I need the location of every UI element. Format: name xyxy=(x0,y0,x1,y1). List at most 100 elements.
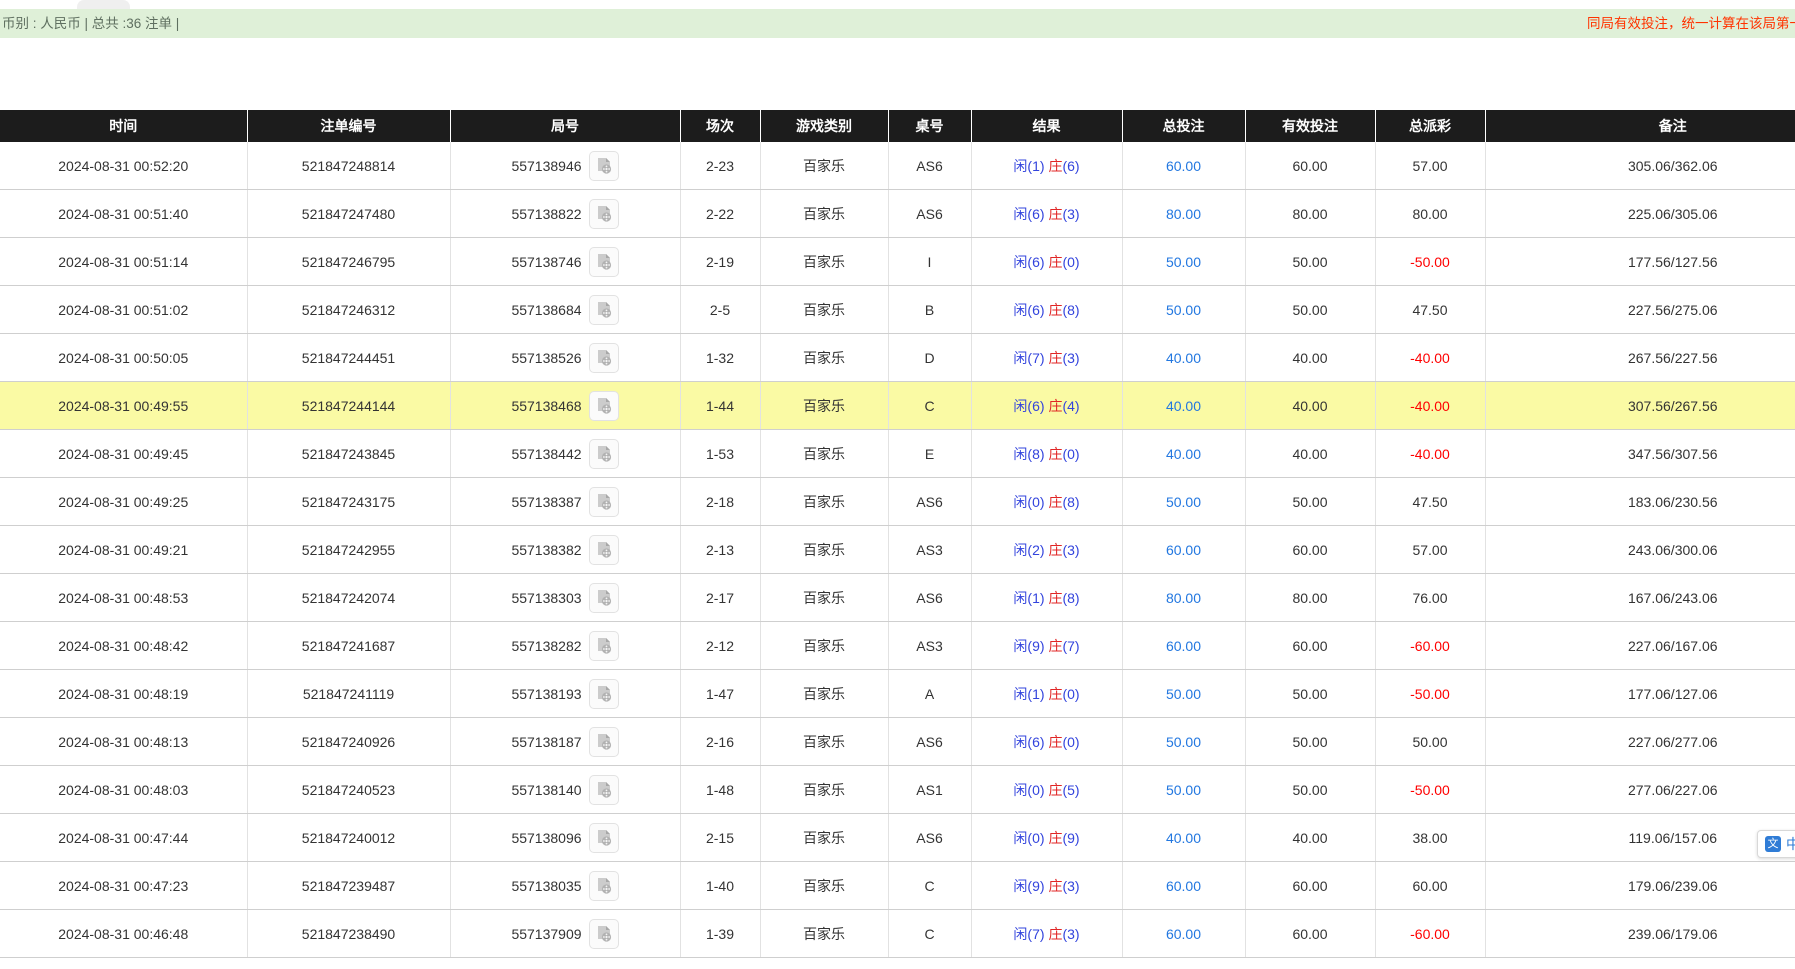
cell-bet-id: 521847244451 xyxy=(247,334,450,382)
cell-bet-id: 521847242955 xyxy=(247,526,450,574)
cell-game-type: 百家乐 xyxy=(760,286,888,334)
total-bet-link[interactable]: 60.00 xyxy=(1166,158,1201,174)
cell-valid-bet: 60.00 xyxy=(1245,910,1375,958)
total-bet-link[interactable]: 40.00 xyxy=(1166,446,1201,462)
table-row[interactable]: 2024-08-31 00:49:45521847243845557138442… xyxy=(0,430,1795,478)
table-row[interactable]: 2024-08-31 00:48:53521847242074557138303… xyxy=(0,574,1795,622)
game-no-text: 557138035 xyxy=(511,878,581,894)
column-header-game_no: 局号 xyxy=(450,110,680,142)
game-video-button[interactable] xyxy=(589,631,619,661)
cell-session: 1-47 xyxy=(680,670,760,718)
result-player-points: (6) xyxy=(1027,254,1044,270)
total-bet-link[interactable]: 50.00 xyxy=(1166,494,1201,510)
total-bet-link[interactable]: 80.00 xyxy=(1166,590,1201,606)
table-row[interactable]: 2024-08-31 00:49:25521847243175557138387… xyxy=(0,478,1795,526)
result-player-label: 闲 xyxy=(1013,206,1027,222)
total-bet-link[interactable]: 40.00 xyxy=(1166,398,1201,414)
cell-bet-id: 521847244144 xyxy=(247,382,450,430)
table-row[interactable]: 2024-08-31 00:48:13521847240926557138187… xyxy=(0,718,1795,766)
game-video-button[interactable] xyxy=(589,151,619,181)
game-video-button[interactable] xyxy=(589,871,619,901)
cell-time: 2024-08-31 00:52:20 xyxy=(0,142,247,190)
game-video-button[interactable] xyxy=(589,343,619,373)
cell-valid-bet: 50.00 xyxy=(1245,718,1375,766)
table-row[interactable]: 2024-08-31 00:50:05521847244451557138526… xyxy=(0,334,1795,382)
game-video-button[interactable] xyxy=(589,487,619,517)
total-bet-link[interactable]: 60.00 xyxy=(1166,878,1201,894)
game-video-button[interactable] xyxy=(589,391,619,421)
table-row[interactable]: 2024-08-31 00:52:20521847248814557138946… xyxy=(0,142,1795,190)
cell-table-no: AS6 xyxy=(888,190,971,238)
table-row[interactable]: 2024-08-31 00:51:14521847246795557138746… xyxy=(0,238,1795,286)
total-bet-link[interactable]: 50.00 xyxy=(1166,734,1201,750)
result-player-points: (1) xyxy=(1027,590,1044,606)
cell-time: 2024-08-31 00:47:23 xyxy=(0,862,247,910)
game-video-button[interactable] xyxy=(589,823,619,853)
total-bet-link[interactable]: 60.00 xyxy=(1166,638,1201,654)
cell-result: 闲(7) 庄(3) xyxy=(971,334,1122,382)
cell-payout: -50.00 xyxy=(1375,670,1485,718)
cell-game-type: 百家乐 xyxy=(760,382,888,430)
table-row[interactable]: 2024-08-31 00:47:23521847239487557138035… xyxy=(0,862,1795,910)
table-row[interactable]: 2024-08-31 00:48:03521847240523557138140… xyxy=(0,766,1795,814)
result-banker-points: (3) xyxy=(1062,206,1079,222)
table-row[interactable]: 2024-08-31 00:49:21521847242955557138382… xyxy=(0,526,1795,574)
cell-valid-bet: 80.00 xyxy=(1245,190,1375,238)
game-video-button[interactable] xyxy=(589,679,619,709)
cell-session: 2-13 xyxy=(680,526,760,574)
game-video-button[interactable] xyxy=(589,295,619,325)
film-clip-icon xyxy=(594,300,614,320)
table-row[interactable]: 2024-08-31 00:51:40521847247480557138822… xyxy=(0,190,1795,238)
result-banker-label: 庄 xyxy=(1048,350,1062,366)
cell-session: 2-22 xyxy=(680,190,760,238)
table-row[interactable]: 2024-08-31 00:48:19521847241119557138193… xyxy=(0,670,1795,718)
game-video-button[interactable] xyxy=(589,439,619,469)
total-bet-link[interactable]: 40.00 xyxy=(1166,830,1201,846)
cell-table-no: AS6 xyxy=(888,814,971,862)
table-row[interactable]: 2024-08-31 00:51:02521847246312557138684… xyxy=(0,286,1795,334)
game-no-text: 557138526 xyxy=(511,350,581,366)
cell-result: 闲(6) 庄(8) xyxy=(971,286,1122,334)
cell-total-bet: 60.00 xyxy=(1122,142,1245,190)
result-player-label: 闲 xyxy=(1013,158,1027,174)
translate-language-label: 中 xyxy=(1786,834,1795,854)
total-bet-link[interactable]: 60.00 xyxy=(1166,926,1201,942)
total-bet-link[interactable]: 80.00 xyxy=(1166,206,1201,222)
cell-remark: 277.06/227.06 xyxy=(1485,766,1795,814)
game-video-button[interactable] xyxy=(589,535,619,565)
game-video-button[interactable] xyxy=(589,919,619,949)
cell-game-type: 百家乐 xyxy=(760,766,888,814)
cell-valid-bet: 40.00 xyxy=(1245,430,1375,478)
total-bet-link[interactable]: 50.00 xyxy=(1166,782,1201,798)
table-row[interactable]: 2024-08-31 00:49:55521847244144557138468… xyxy=(0,382,1795,430)
total-bet-link[interactable]: 40.00 xyxy=(1166,350,1201,366)
cell-game-type: 百家乐 xyxy=(760,238,888,286)
cell-game-no: 557138442 xyxy=(450,430,680,478)
game-video-button[interactable] xyxy=(589,583,619,613)
table-row[interactable]: 2024-08-31 00:47:44521847240012557138096… xyxy=(0,814,1795,862)
cell-bet-id: 521847243845 xyxy=(247,430,450,478)
cell-bet-id: 521847240523 xyxy=(247,766,450,814)
game-no-text: 557138387 xyxy=(511,494,581,510)
total-bet-link[interactable]: 50.00 xyxy=(1166,254,1201,270)
total-bet-link[interactable]: 50.00 xyxy=(1166,686,1201,702)
game-video-button[interactable] xyxy=(589,775,619,805)
translate-widget[interactable]: 文 中 xyxy=(1757,830,1795,858)
game-video-button[interactable] xyxy=(589,247,619,277)
column-header-result: 结果 xyxy=(971,110,1122,142)
cell-payout: -50.00 xyxy=(1375,238,1485,286)
table-row[interactable]: 2024-08-31 00:46:48521847238490557137909… xyxy=(0,910,1795,958)
cell-game-no: 557138282 xyxy=(450,622,680,670)
game-video-button[interactable] xyxy=(589,199,619,229)
bet-records-table-wrap: 时间注单编号局号场次游戏类别桌号结果总投注有效投注总派彩备注 2024-08-3… xyxy=(0,110,1795,960)
table-row[interactable]: 2024-08-31 00:48:42521847241687557138282… xyxy=(0,622,1795,670)
result-player-points: (8) xyxy=(1027,446,1044,462)
result-banker-label: 庄 xyxy=(1048,638,1062,654)
game-video-button[interactable] xyxy=(589,727,619,757)
total-bet-link[interactable]: 50.00 xyxy=(1166,302,1201,318)
result-banker-points: (3) xyxy=(1062,542,1079,558)
cell-game-no: 557138746 xyxy=(450,238,680,286)
total-bet-link[interactable]: 60.00 xyxy=(1166,542,1201,558)
cell-remark: 177.06/127.06 xyxy=(1485,670,1795,718)
cell-total-bet: 50.00 xyxy=(1122,766,1245,814)
